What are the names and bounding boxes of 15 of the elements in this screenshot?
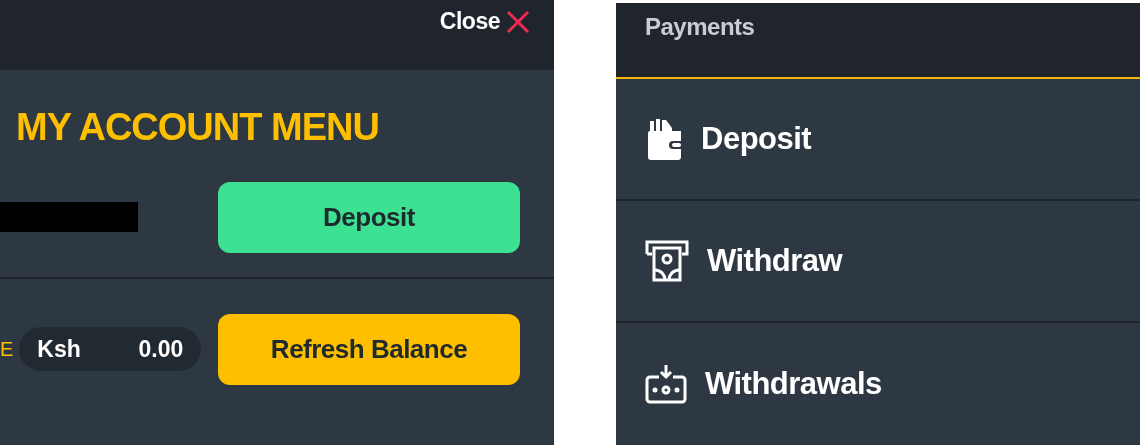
menu-item[interactable]: Withdrawals — [616, 323, 1140, 445]
refresh-balance-button[interactable]: Refresh Balance — [218, 313, 520, 385]
deposit-button[interactable]: Deposit — [218, 181, 520, 253]
balance-amount: 0.00 — [138, 335, 184, 363]
atm-icon — [645, 240, 689, 282]
balance-label: E — [0, 337, 14, 361]
menu-item[interactable]: Withdraw — [616, 201, 1140, 323]
close-button[interactable]: Close — [439, 0, 530, 43]
wallet-icon — [645, 117, 683, 161]
menu-title: MY ACCOUNT MENU — [16, 106, 380, 149]
currency: Ksh — [37, 335, 81, 363]
section-title: Payments — [645, 13, 755, 40]
download-tray-icon — [645, 364, 687, 404]
menu-item[interactable]: Deposit — [616, 79, 1140, 201]
close-icon — [506, 9, 530, 34]
